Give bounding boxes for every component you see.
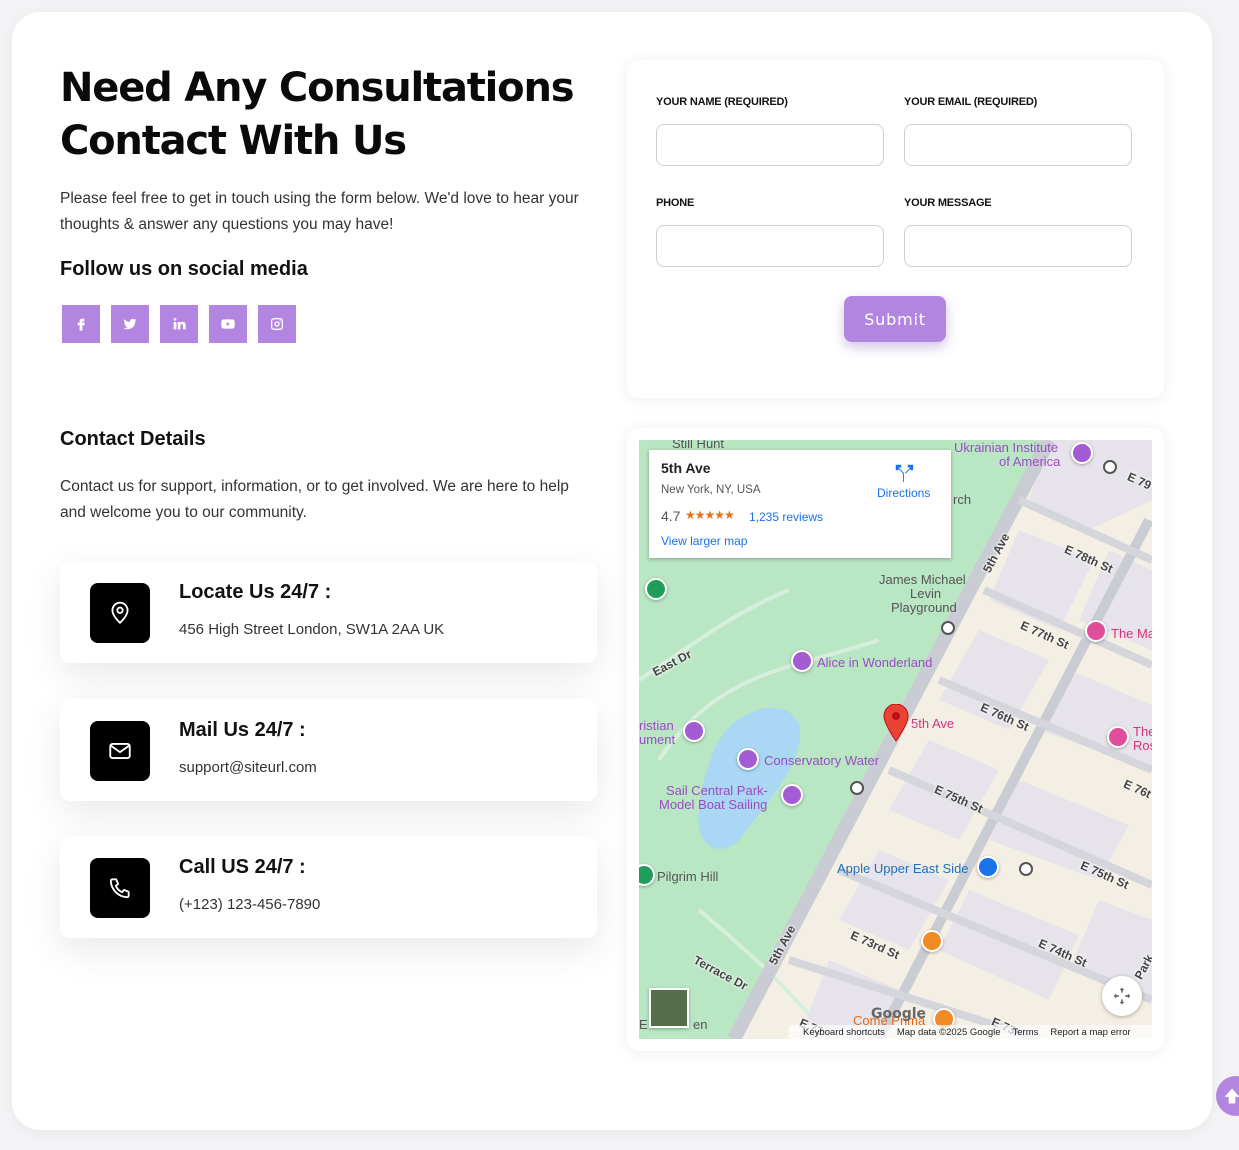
place-rating: 4.7	[661, 508, 681, 524]
map-label: Levin	[910, 586, 942, 601]
name-input[interactable]	[656, 124, 884, 166]
message-input[interactable]	[904, 225, 1132, 267]
hotel-marker-icon[interactable]	[1107, 726, 1129, 748]
directions-link[interactable]: Directions	[877, 486, 930, 500]
instagram-icon[interactable]	[258, 305, 296, 343]
reviews-link[interactable]: 1,235 reviews	[749, 510, 823, 524]
restaurant-marker-icon[interactable]	[921, 930, 943, 952]
scroll-to-top-button[interactable]	[1216, 1076, 1239, 1116]
map-label: 5th Ave	[911, 716, 955, 731]
attraction-marker-icon[interactable]	[683, 720, 705, 742]
intro-text: Please feel free to get in touch using t…	[60, 190, 579, 233]
map-label: Apple Upper East Side	[837, 861, 969, 876]
twitter-icon[interactable]	[111, 305, 149, 343]
map-label: of America	[999, 454, 1061, 469]
map-label: E	[639, 1017, 648, 1032]
transit-icon	[1019, 862, 1033, 876]
fullscreen-button[interactable]	[1102, 976, 1142, 1016]
page-title: Need Any Consultations Contact With Us	[60, 62, 580, 168]
submit-button[interactable]: Submit	[844, 296, 946, 342]
map-label: Ukrainian Institute	[954, 440, 1059, 455]
map-label: Model Boat Sailing	[659, 797, 768, 812]
phone-icon	[90, 858, 150, 918]
social-links	[62, 305, 296, 343]
youtube-icon[interactable]	[209, 305, 247, 343]
mail-title: Mail Us 24/7 :	[179, 719, 306, 741]
map-label: James Michael	[879, 572, 966, 587]
locate-value: 456 High Street London, SW1A 2AA UK	[179, 621, 445, 638]
fullscreen-icon	[1113, 987, 1131, 1005]
locate-title: Locate Us 24/7 :	[179, 581, 332, 603]
map-label: The Ma	[1111, 626, 1152, 641]
contact-details-heading: Contact Details	[60, 428, 206, 450]
directions-icon[interactable]	[893, 462, 915, 484]
map-label: Pilgrim Hill	[657, 869, 719, 884]
mail-icon	[90, 721, 150, 781]
attraction-marker-icon[interactable]	[791, 650, 813, 672]
place-name: 5th Ave	[661, 460, 711, 476]
email-label: YOUR EMAIL (REQUIRED)	[904, 96, 1038, 108]
museum-marker-icon[interactable]	[1071, 442, 1093, 464]
shopping-marker-icon[interactable]	[977, 856, 999, 878]
name-label: YOUR NAME (REQUIRED)	[656, 96, 788, 108]
map-label: Still Hunt	[672, 440, 725, 451]
map-label: en	[693, 1017, 708, 1032]
place-info-card: 5th Ave New York, NY, USA 4.7 ★★★★★ 1,23…	[649, 450, 951, 558]
keyboard-shortcuts-link[interactable]: Keyboard shortcuts	[803, 1027, 885, 1038]
transit-icon	[941, 621, 955, 635]
mail-card: Mail Us 24/7 : support@siteurl.com	[60, 699, 597, 801]
map-label: ument	[639, 732, 676, 747]
social-heading: Follow us on social media	[60, 258, 308, 280]
hotel-marker-icon[interactable]	[1085, 620, 1107, 642]
call-value[interactable]: (+123) 123-456-7890	[179, 896, 320, 913]
map-label: rch	[953, 492, 972, 507]
message-label: YOUR MESSAGE	[904, 197, 992, 209]
map-label: Alice in Wonderland	[817, 655, 933, 670]
transit-icon	[1103, 460, 1117, 474]
park-marker-icon[interactable]	[645, 578, 667, 600]
call-title: Call US 24/7 :	[179, 856, 306, 878]
arrow-up-icon	[1224, 1088, 1239, 1104]
location-pin-icon	[90, 583, 150, 643]
view-larger-map-link[interactable]: View larger map	[661, 534, 747, 548]
map-label: Playground	[891, 600, 957, 615]
map-label: Ros	[1133, 738, 1152, 753]
transit-icon	[850, 781, 864, 795]
email-input[interactable]	[904, 124, 1132, 166]
phone-label: PHONE	[656, 197, 695, 209]
map-label: Sail Central Park-	[666, 783, 768, 798]
google-logo: Google	[871, 1006, 927, 1022]
attraction-marker-icon[interactable]	[781, 784, 803, 806]
map-data-text: Map data ©2025 Google	[896, 1026, 1001, 1038]
report-error-link[interactable]: Report a map error	[1050, 1027, 1130, 1038]
locate-card: Locate Us 24/7 : 456 High Street London,…	[60, 561, 597, 663]
map-footer: Keyboard shortcuts Map data ©2025 Google…	[789, 1025, 1152, 1039]
mail-value[interactable]: support@siteurl.com	[179, 759, 317, 776]
location-marker-icon[interactable]	[883, 704, 909, 742]
contact-details-text: Contact us for support, information, or …	[60, 478, 569, 521]
map-label: Conservatory Water	[764, 753, 880, 768]
map-label: ristian	[639, 718, 674, 733]
embedded-map[interactable]: 5th Ave New York, NY, USA 4.7 ★★★★★ 1,23…	[639, 440, 1152, 1039]
rating-stars: ★★★★★	[685, 508, 735, 522]
call-card: Call US 24/7 : (+123) 123-456-7890	[60, 836, 597, 938]
terms-link[interactable]: Terms	[1013, 1027, 1039, 1038]
map-label: The	[1133, 724, 1152, 739]
satellite-toggle[interactable]	[649, 988, 689, 1028]
attraction-marker-icon[interactable]	[737, 748, 759, 770]
title-line-2: Contact With Us	[60, 118, 407, 164]
phone-input[interactable]	[656, 225, 884, 267]
title-line-1: Need Any Consultations	[60, 65, 575, 111]
contact-form: YOUR NAME (REQUIRED) YOUR EMAIL (REQUIRE…	[627, 60, 1164, 398]
place-address: New York, NY, USA	[661, 484, 761, 496]
facebook-icon[interactable]	[62, 305, 100, 343]
linkedin-icon[interactable]	[160, 305, 198, 343]
map-card: 5th Ave New York, NY, USA 4.7 ★★★★★ 1,23…	[627, 428, 1164, 1051]
